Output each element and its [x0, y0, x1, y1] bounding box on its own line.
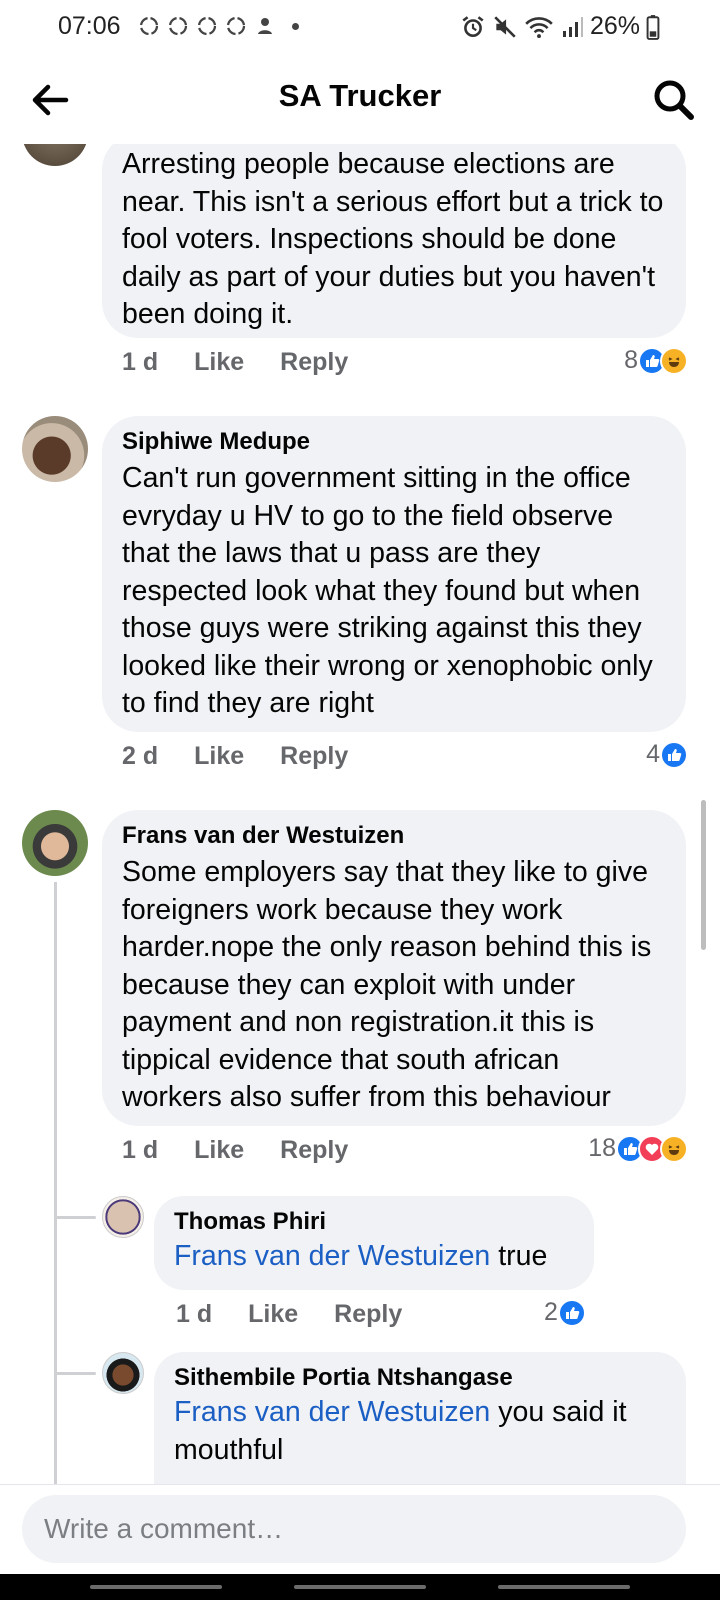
- scrollbar[interactable]: [701, 800, 706, 950]
- recycle-icon: [226, 16, 246, 36]
- nav-back[interactable]: [498, 1585, 630, 1589]
- comments-list[interactable]: Arresting people because elections are n…: [0, 144, 720, 1484]
- reply-bubble: Sithembile Portia Ntshangase Frans van d…: [154, 1352, 686, 1484]
- app-header: SA Trucker: [0, 56, 720, 144]
- comment-time[interactable]: 1 d: [122, 1136, 158, 1165]
- recycle-icon: [197, 16, 217, 36]
- system-icons: 26%: [460, 12, 660, 41]
- comment-actions: 1 d Like Reply: [122, 348, 384, 377]
- reply-text: Frans van der Westuizen you said it mout…: [174, 1394, 666, 1469]
- reaction-summary[interactable]: 18: [588, 1134, 688, 1163]
- avatar[interactable]: [102, 1196, 144, 1238]
- reaction-summary[interactable]: 8: [624, 346, 688, 375]
- comment-time[interactable]: 2 d: [122, 742, 158, 771]
- comment-bubble: Frans van der Westuizen Some employers s…: [102, 810, 686, 1126]
- comment-bubble: Arresting people because elections are n…: [102, 144, 686, 338]
- reaction-count: 8: [624, 346, 638, 374]
- avatar[interactable]: [102, 1352, 144, 1394]
- reaction-count: 2: [544, 1298, 558, 1326]
- reply-button[interactable]: Reply: [280, 348, 348, 377]
- like-button[interactable]: Like: [194, 742, 244, 771]
- reaction-count: 18: [588, 1134, 616, 1162]
- haha-reaction-icon: [660, 346, 688, 375]
- comment-text: Some employers say that they like to giv…: [122, 856, 652, 1113]
- reply-author[interactable]: Sithembile Portia Ntshangase: [174, 1364, 666, 1392]
- comment-text: Arresting people because elections are n…: [122, 148, 664, 330]
- comment-actions: 2 d Like Reply: [122, 742, 384, 771]
- system-nav-bar: [0, 1574, 720, 1600]
- avatar[interactable]: [22, 144, 88, 166]
- nav-recents[interactable]: [90, 1585, 222, 1589]
- page-title: SA Trucker: [278, 78, 442, 113]
- comment-composer: [0, 1484, 720, 1574]
- comment-time[interactable]: 1 d: [122, 348, 158, 377]
- thread-line: [54, 882, 57, 1484]
- like-reaction-icon: [660, 740, 688, 769]
- mute-icon: [494, 15, 516, 38]
- wifi-icon: [525, 16, 553, 38]
- reply-author[interactable]: Thomas Phiri: [174, 1208, 574, 1236]
- reply-body: true: [490, 1240, 548, 1272]
- comment-input[interactable]: [22, 1495, 686, 1563]
- reply-actions: 1 d Like Reply: [176, 1300, 438, 1329]
- like-button[interactable]: Like: [248, 1300, 298, 1329]
- comment-text: Can't run government sitting in the offi…: [122, 462, 653, 719]
- like-button[interactable]: Like: [194, 348, 244, 377]
- avatar[interactable]: [22, 810, 88, 876]
- notification-icons: [137, 14, 299, 38]
- reply-text: Frans van der Westuizen true: [174, 1238, 574, 1276]
- signal-icon: [562, 16, 583, 37]
- thread-branch: [56, 1216, 96, 1219]
- like-reaction-icon: [557, 1298, 586, 1327]
- more-notifications-dot: [292, 22, 299, 30]
- reply-bubble: Thomas Phiri Frans van der Westuizen tru…: [154, 1196, 594, 1290]
- search-icon[interactable]: [650, 76, 698, 124]
- battery-icon: [646, 14, 660, 40]
- reply-button[interactable]: Reply: [280, 742, 348, 771]
- like-button[interactable]: Like: [194, 1136, 244, 1165]
- status-bar: 07:06 26%: [0, 0, 720, 56]
- battery-percent: 26%: [589, 12, 640, 40]
- thread-branch: [56, 1372, 96, 1375]
- haha-reaction-icon: [660, 1134, 688, 1163]
- mention-link[interactable]: Frans van der Westuizen: [174, 1396, 490, 1428]
- reaction-summary[interactable]: 2: [544, 1298, 586, 1327]
- person-icon: [258, 18, 272, 34]
- reply-time[interactable]: 1 d: [176, 1300, 212, 1329]
- reaction-count: 4: [646, 740, 660, 768]
- reaction-summary[interactable]: 4: [646, 740, 688, 769]
- comment-author[interactable]: Siphiwe Medupe: [122, 428, 666, 456]
- avatar[interactable]: [22, 416, 88, 482]
- reply-button[interactable]: Reply: [334, 1300, 402, 1329]
- status-time: 07:06: [58, 12, 121, 40]
- recycle-icon: [168, 16, 188, 36]
- alarm-icon: [462, 15, 484, 37]
- mention-link[interactable]: Frans van der Westuizen: [174, 1240, 490, 1272]
- nav-home[interactable]: [294, 1585, 426, 1589]
- recycle-icon: [139, 16, 159, 36]
- comment-author[interactable]: Frans van der Westuizen: [122, 822, 666, 850]
- comment-bubble: Siphiwe Medupe Can't run government sitt…: [102, 416, 686, 732]
- comment-actions: 1 d Like Reply: [122, 1136, 384, 1165]
- reply-button[interactable]: Reply: [280, 1136, 348, 1165]
